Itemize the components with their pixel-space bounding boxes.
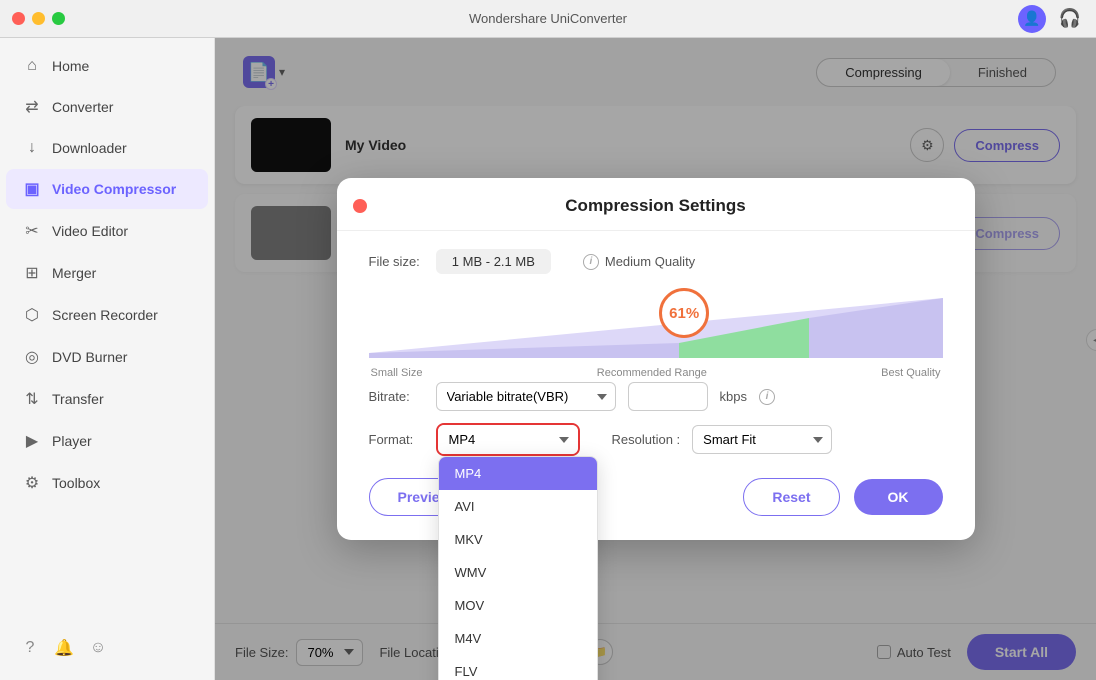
sidebar-label-video-compressor: Video Compressor	[52, 181, 176, 197]
video-compressor-icon: ▣	[22, 179, 42, 199]
sidebar-label-toolbox: Toolbox	[52, 475, 100, 491]
bitrate-label: Bitrate:	[369, 389, 424, 404]
title-bar: Wondershare UniConverter 👤 🎧	[0, 0, 1096, 38]
sidebar-item-downloader[interactable]: ↓ Downloader	[6, 129, 208, 167]
modal-footer: Preview ✂ Reset OK	[337, 478, 975, 516]
format-select-wrapper: MP4 AVI MKV WMV MOV M4V FLV WebM	[436, 423, 580, 456]
quality-label: i Medium Quality	[583, 254, 695, 270]
sidebar-label-transfer: Transfer	[52, 391, 104, 407]
sidebar-item-transfer[interactable]: ⇅ Transfer	[6, 379, 208, 419]
kbps-input[interactable]	[628, 382, 708, 411]
home-icon: ⌂	[22, 57, 42, 75]
close-button[interactable]	[12, 12, 25, 25]
user-avatar[interactable]: 👤	[1018, 5, 1046, 33]
modal-title: Compression Settings	[565, 196, 745, 216]
sidebar-item-dvd-burner[interactable]: ◎ DVD Burner	[6, 337, 208, 377]
sidebar-item-screen-recorder[interactable]: ⬡ Screen Recorder	[6, 295, 208, 335]
screen-recorder-icon: ⬡	[22, 305, 42, 325]
compression-chart	[369, 288, 943, 358]
ok-button[interactable]: OK	[854, 479, 943, 515]
sidebar-item-video-compressor[interactable]: ▣ Video Compressor	[6, 169, 208, 209]
app-title: Wondershare UniConverter	[469, 11, 627, 26]
sidebar-item-converter[interactable]: ⇄ Converter	[6, 87, 208, 127]
modal-close-dot[interactable]	[353, 199, 367, 213]
kbps-label: kbps	[720, 389, 747, 404]
window-controls[interactable]	[12, 12, 65, 25]
chart-labels: Small Size Recommended Range Best Qualit…	[369, 367, 943, 379]
sidebar-item-video-editor[interactable]: ✂ Video Editor	[6, 211, 208, 251]
feedback-icon[interactable]: ☺	[84, 634, 112, 662]
title-bar-right: 👤 🎧	[1018, 5, 1084, 33]
modal-overlay: Compression Settings File size: 1 MB - 2…	[215, 38, 1096, 680]
sidebar-label-converter: Converter	[52, 99, 113, 115]
dropdown-item-mov[interactable]: MOV	[439, 589, 597, 622]
minimize-button[interactable]	[32, 12, 45, 25]
quality-text: Medium Quality	[605, 254, 695, 269]
chart-label-small: Small Size	[371, 367, 423, 379]
kbps-info-icon[interactable]: i	[759, 389, 775, 405]
sidebar-item-player[interactable]: ▶ Player	[6, 421, 208, 461]
sidebar-label-merger: Merger	[52, 265, 96, 281]
sidebar-item-toolbox[interactable]: ⚙ Toolbox	[6, 463, 208, 503]
sidebar-item-home[interactable]: ⌂ Home	[6, 47, 208, 85]
converter-icon: ⇄	[22, 97, 42, 117]
downloader-icon: ↓	[22, 139, 42, 157]
support-icon[interactable]: 🎧	[1056, 5, 1084, 33]
file-size-row: File size: 1 MB - 2.1 MB i Medium Qualit…	[369, 249, 943, 274]
main-layout: ⌂ Home ⇄ Converter ↓ Downloader ▣ Video …	[0, 38, 1096, 680]
bitrate-row: Bitrate: Variable bitrate(VBR) Constant …	[369, 382, 943, 411]
modal-body: File size: 1 MB - 2.1 MB i Medium Qualit…	[337, 231, 975, 456]
sidebar-label-home: Home	[52, 58, 89, 74]
content-area: 📄 + ▾ Compressing Finished My Video ⚙ Co…	[215, 38, 1096, 680]
dropdown-item-mp4[interactable]: MP4	[439, 457, 597, 490]
chart-label-best: Best Quality	[881, 367, 940, 379]
file-size-modal-value: 1 MB - 2.1 MB	[436, 249, 551, 274]
toolbox-icon: ⚙	[22, 473, 42, 493]
info-icon[interactable]: i	[583, 254, 599, 270]
file-size-modal-label: File size:	[369, 254, 420, 269]
resolution-label: Resolution :	[612, 432, 681, 447]
chart-area: 61% Small Size	[369, 288, 943, 368]
video-editor-icon: ✂	[22, 221, 42, 241]
dvd-burner-icon: ◎	[22, 347, 42, 367]
transfer-icon: ⇅	[22, 389, 42, 409]
sidebar-label-downloader: Downloader	[52, 140, 127, 156]
maximize-button[interactable]	[52, 12, 65, 25]
compression-settings-modal: Compression Settings File size: 1 MB - 2…	[337, 178, 975, 540]
chart-label-recommended: Recommended Range	[597, 367, 707, 379]
dropdown-item-mkv[interactable]: MKV	[439, 523, 597, 556]
reset-button[interactable]: Reset	[743, 478, 839, 516]
dropdown-item-avi[interactable]: AVI	[439, 490, 597, 523]
percent-value: 61%	[669, 305, 699, 322]
sidebar-item-merger[interactable]: ⊞ Merger	[6, 253, 208, 293]
format-row: Format: MP4 AVI MKV WMV MOV M4V FLV WebM	[369, 423, 943, 456]
modal-header: Compression Settings	[337, 178, 975, 231]
help-icon[interactable]: ?	[16, 634, 44, 662]
dropdown-item-m4v[interactable]: M4V	[439, 622, 597, 655]
merger-icon: ⊞	[22, 263, 42, 283]
format-dropdown: MP4 AVI MKV WMV MOV M4V FLV WebM	[438, 456, 598, 680]
sidebar-label-video-editor: Video Editor	[52, 223, 128, 239]
bitrate-select[interactable]: Variable bitrate(VBR) Constant bitrate(C…	[436, 382, 616, 411]
sidebar-label-screen-recorder: Screen Recorder	[52, 307, 158, 323]
sidebar-label-dvd-burner: DVD Burner	[52, 349, 127, 365]
player-icon: ▶	[22, 431, 42, 451]
format-select[interactable]: MP4 AVI MKV WMV MOV M4V FLV WebM	[438, 425, 578, 454]
format-label: Format:	[369, 432, 424, 447]
dropdown-item-wmv[interactable]: WMV	[439, 556, 597, 589]
resolution-select[interactable]: Smart Fit 1080p 720p 480p 360p	[692, 425, 832, 454]
notification-icon[interactable]: 🔔	[50, 634, 78, 662]
percent-badge: 61%	[659, 288, 709, 338]
sidebar: ⌂ Home ⇄ Converter ↓ Downloader ▣ Video …	[0, 38, 215, 680]
sidebar-label-player: Player	[52, 433, 92, 449]
dropdown-item-flv[interactable]: FLV	[439, 655, 597, 680]
sidebar-bottom: ? 🔔 ☺	[0, 624, 214, 672]
